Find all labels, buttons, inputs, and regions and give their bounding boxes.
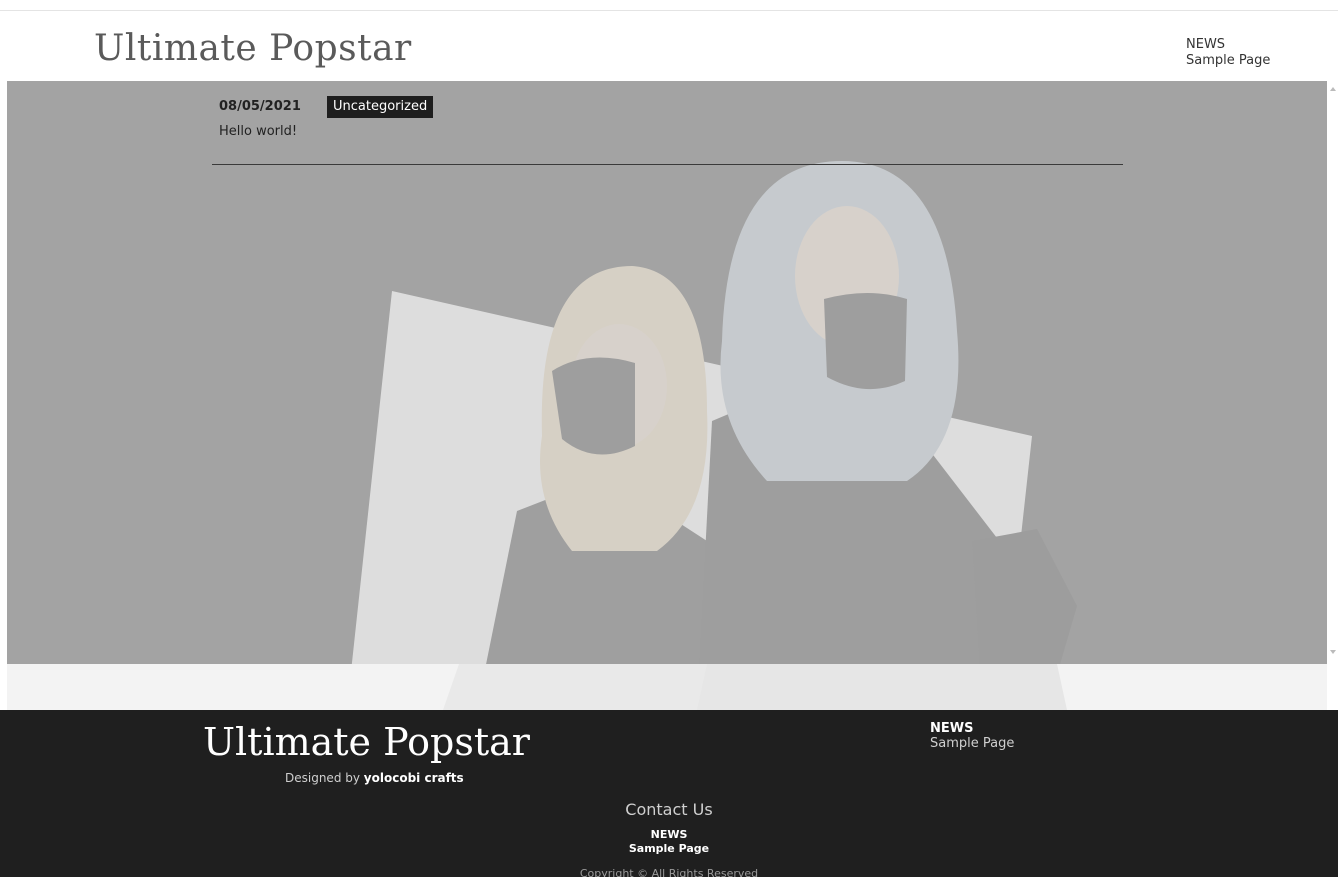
contact-heading: Contact Us bbox=[625, 800, 713, 819]
header-nav: NEWS Sample Page bbox=[1186, 37, 1270, 69]
site-footer: Ultimate Popstar Designed by yolocobi cr… bbox=[0, 710, 1338, 877]
hero-section: 08/05/2021 Uncategorized Hello world! bbox=[7, 81, 1327, 664]
hero-bottom-band bbox=[7, 664, 1327, 710]
post-title-link[interactable]: Hello world! bbox=[219, 124, 297, 139]
scroll-down-arrow-icon[interactable] bbox=[1330, 650, 1336, 654]
post-category-badge[interactable]: Uncategorized bbox=[327, 96, 434, 118]
copyright-text: Copyright © All Rights Reserved bbox=[579, 867, 759, 877]
post-divider bbox=[212, 164, 1123, 165]
footer-nav: NEWS Sample Page bbox=[930, 721, 1014, 751]
scrollbar[interactable] bbox=[1327, 81, 1338, 664]
nav-link-news[interactable]: NEWS bbox=[1186, 37, 1270, 53]
footer-credit: Designed by yolocobi crafts bbox=[285, 771, 464, 785]
contact-nav-link-sample-page[interactable]: Sample Page bbox=[0, 842, 1338, 856]
footer-nav-link-news[interactable]: NEWS bbox=[930, 721, 1014, 736]
hero-overlay bbox=[7, 81, 1327, 664]
contact-nav: NEWS Sample Page bbox=[0, 828, 1338, 856]
post-date: 08/05/2021 bbox=[219, 99, 301, 114]
scroll-up-arrow-icon[interactable] bbox=[1330, 87, 1336, 91]
band-photo-fade bbox=[7, 664, 1327, 710]
footer-credit-prefix: Designed by bbox=[285, 771, 360, 785]
site-title[interactable]: Ultimate Popstar bbox=[94, 28, 412, 69]
footer-credit-name[interactable]: yolocobi crafts bbox=[364, 771, 464, 785]
nav-link-sample-page[interactable]: Sample Page bbox=[1186, 53, 1270, 69]
footer-site-title[interactable]: Ultimate Popstar bbox=[203, 720, 530, 764]
footer-nav-link-sample-page[interactable]: Sample Page bbox=[930, 736, 1014, 751]
top-divider bbox=[0, 10, 1338, 11]
contact-nav-link-news[interactable]: NEWS bbox=[0, 828, 1338, 842]
